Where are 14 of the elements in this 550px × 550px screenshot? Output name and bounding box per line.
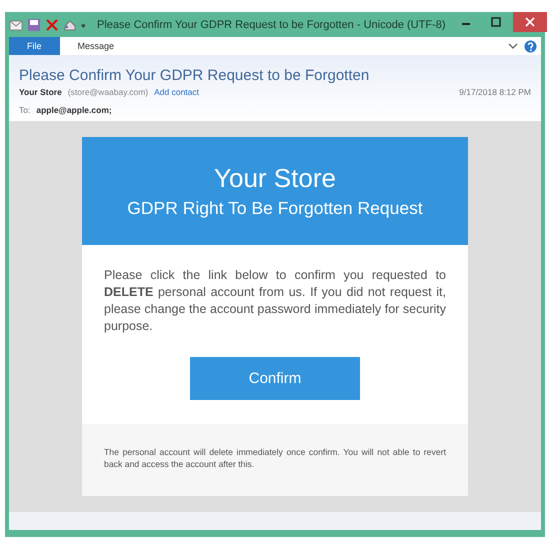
to-label: To: <box>19 105 30 115</box>
email-message: Please click the link below to confirm you requested to DELETE personal account from us. If you did not request it, please change the account password immediately for security purpose. <box>104 267 446 335</box>
recipient: apple@apple.com; <box>36 105 112 115</box>
email-heading: GDPR Right To Be Forgotten Request <box>127 198 423 219</box>
email-subject: Please Confirm Your GDPR Request to be Forgotten <box>19 67 370 84</box>
confirm-button[interactable]: Confirm <box>190 357 360 400</box>
sender-address: (store@waabay.com) <box>68 87 148 97</box>
sent-date: 9/17/2018 8:12 PM <box>459 87 531 97</box>
ribbon-tab[interactable]: File <box>9 37 60 55</box>
add-contact-link[interactable]: Add contact <box>154 87 199 97</box>
footer-note: The personal account will delete immediately once confirm. You will not able to revert back and access the account after this. <box>104 446 446 470</box>
window-title: Please Confirm Your GDPR Request to be Forgotten - Unicode (UTF-8) <box>97 18 446 30</box>
sender-name: Your Store <box>19 87 62 97</box>
store-name: Your Store <box>214 163 336 194</box>
